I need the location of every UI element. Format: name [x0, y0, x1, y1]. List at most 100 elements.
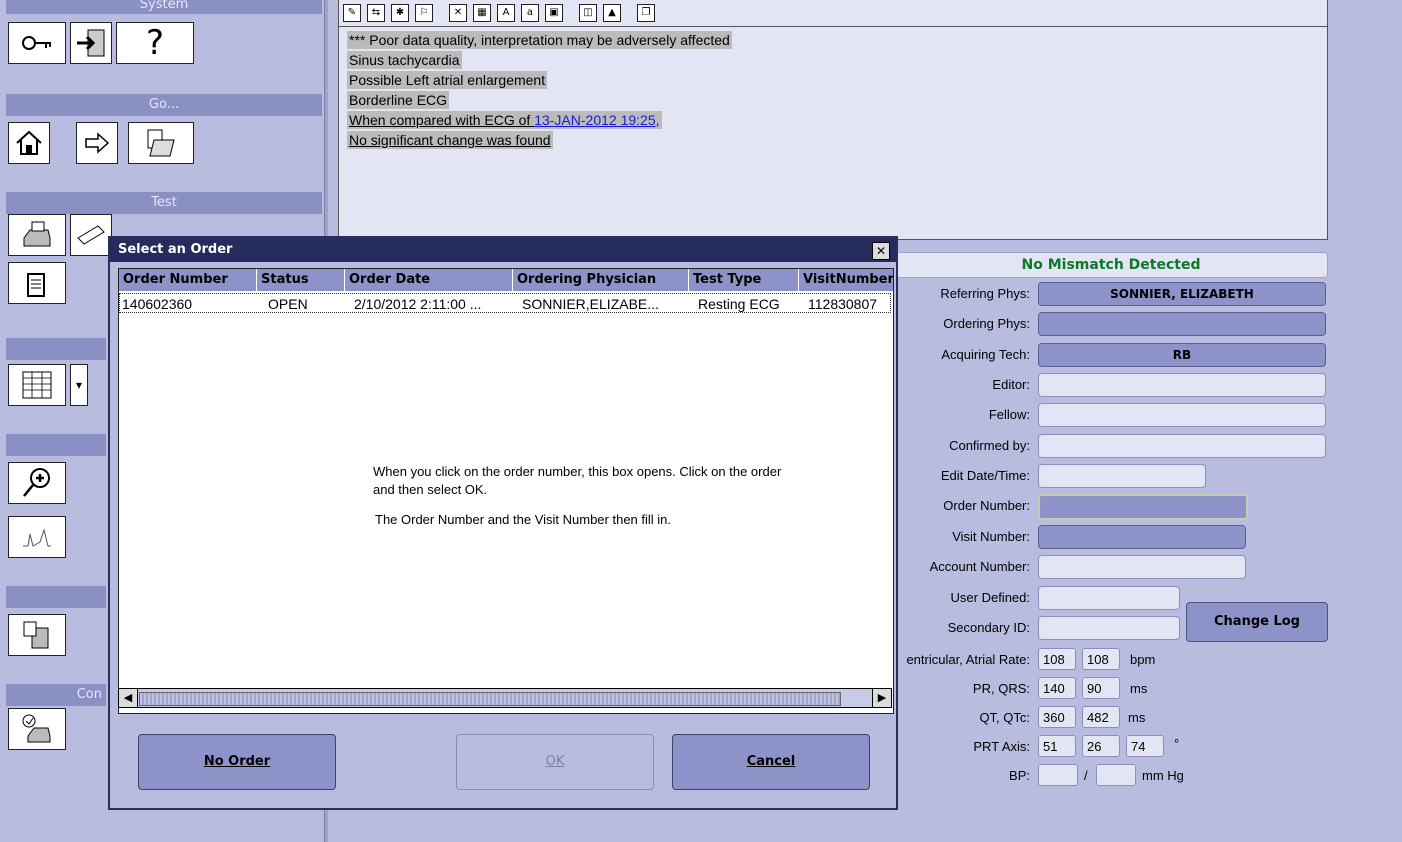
column-order-date[interactable]: Order Date	[345, 269, 513, 291]
font-up-icon[interactable]: A	[497, 4, 515, 22]
restore-icon[interactable]: ❐	[637, 4, 655, 22]
font-down-icon[interactable]: a	[521, 4, 539, 22]
column-visit-number[interactable]: VisitNumber	[799, 269, 893, 291]
column-status[interactable]: Status	[257, 269, 345, 291]
up-icon[interactable]: ▲	[603, 4, 621, 22]
scroll-right-icon[interactable]: ▶	[872, 689, 891, 707]
order-number-label: Order Number:	[943, 498, 1030, 513]
arrow-right-icon[interactable]	[76, 122, 118, 164]
qtc-field[interactable]: 482	[1082, 706, 1120, 728]
new-document-icon[interactable]	[8, 262, 66, 304]
pr-field[interactable]: 140	[1038, 677, 1076, 699]
send-icon[interactable]	[70, 214, 112, 256]
zoom-in-icon[interactable]	[8, 462, 66, 504]
bp-systolic-field[interactable]	[1038, 764, 1078, 786]
ordering-physician-cell: SONNIER,ELIZABE...	[522, 296, 659, 312]
qt-field[interactable]: 360	[1038, 706, 1076, 728]
instruction-note: When you click on the order number, this…	[373, 463, 837, 575]
swap-icon[interactable]: ⇆	[367, 4, 385, 22]
comparison-text: When compared with ECG of	[349, 112, 535, 128]
degree-unit: °	[1174, 736, 1180, 751]
ms-unit: ms	[1128, 710, 1146, 725]
close-icon[interactable]: ✕	[872, 242, 890, 260]
section-con: Con	[6, 684, 106, 706]
r-axis-field[interactable]: 26	[1082, 735, 1120, 757]
confirm-print-icon[interactable]	[8, 708, 66, 750]
edit-date-field[interactable]	[1038, 464, 1206, 488]
comparison-ecg-link[interactable]: 13-JAN-2012 19:25,	[534, 112, 659, 128]
pin-icon[interactable]: ✎	[343, 4, 361, 22]
no-change-line: No significant change was found	[347, 131, 553, 149]
table-row[interactable]: 140602360 OPEN 2/10/2012 2:11:00 ... SON…	[119, 293, 891, 313]
secondary-id-label: Secondary ID:	[947, 620, 1030, 635]
dropdown-arrow-icon[interactable]: ▾	[70, 364, 88, 406]
home-icon[interactable]	[8, 122, 50, 164]
key-icon[interactable]	[8, 22, 66, 64]
instruction-text-1: When you click on the order number, this…	[373, 464, 782, 497]
order-date-cell: 2/10/2012 2:11:00 ...	[354, 296, 482, 312]
format-icon[interactable]: ✱	[391, 4, 409, 22]
column-test-type[interactable]: Test Type	[689, 269, 799, 291]
rate-label: entricular, Atrial Rate:	[906, 652, 1030, 667]
section-go: Go...	[6, 94, 322, 116]
cut-icon[interactable]: ✕	[449, 4, 467, 22]
interpretation-line: Sinus tachycardia	[347, 51, 462, 69]
referring-phys-field[interactable]: SONNIER, ELIZABETH	[1038, 282, 1326, 306]
qrs-field[interactable]: 90	[1082, 677, 1120, 699]
interpretation-line: *** Poor data quality, interpretation ma…	[347, 31, 732, 49]
scroll-thumb[interactable]	[139, 692, 841, 706]
editor-label: Editor:	[992, 377, 1030, 392]
pr-qrs-label: PR, QRS:	[972, 681, 1030, 696]
bp-slash: /	[1084, 768, 1088, 783]
section-blank-3	[6, 586, 106, 608]
open-folder-icon[interactable]	[128, 122, 194, 164]
bp-diastolic-field[interactable]	[1096, 764, 1136, 786]
t-axis-field[interactable]: 74	[1126, 735, 1164, 757]
interpretation-line: Borderline ECG	[347, 91, 450, 109]
cancel-button[interactable]: Cancel	[672, 734, 870, 790]
trash-icon[interactable]	[8, 614, 66, 656]
edit-date-label: Edit Date/Time:	[940, 468, 1030, 483]
fellow-label: Fellow:	[988, 407, 1030, 422]
account-number-field[interactable]	[1038, 555, 1246, 579]
spreadsheet-icon[interactable]	[8, 364, 66, 406]
scroll-left-icon[interactable]: ◀	[119, 689, 138, 707]
confirmed-by-field[interactable]	[1038, 434, 1326, 458]
calendar-icon[interactable]: ▣	[545, 4, 563, 22]
help-icon[interactable]: ?	[116, 22, 194, 64]
ventricular-rate-field[interactable]: 108	[1038, 648, 1076, 670]
ms-unit: ms	[1130, 681, 1148, 696]
window-icon[interactable]: ◫	[579, 4, 597, 22]
instruction-text-2: The Order Number and the Visit Number th…	[375, 512, 672, 527]
user-defined-field[interactable]	[1038, 586, 1180, 610]
waveform-icon[interactable]	[8, 516, 66, 558]
table-icon[interactable]: ▦	[473, 4, 491, 22]
exit-door-icon[interactable]	[70, 22, 112, 64]
prt-axis-label: PRT Axis:	[973, 739, 1030, 754]
no-order-button[interactable]: No Order	[138, 734, 336, 790]
ok-button[interactable]: OK	[456, 734, 654, 790]
stamp-icon[interactable]: ⚐	[415, 4, 433, 22]
comparison-line: When compared with ECG of 13-JAN-2012 19…	[347, 111, 662, 129]
atrial-rate-field[interactable]: 108	[1082, 648, 1120, 670]
secondary-id-field[interactable]	[1038, 616, 1180, 640]
horizontal-scrollbar[interactable]: ◀ ▶	[118, 688, 892, 708]
ordering-phys-field[interactable]	[1038, 312, 1326, 336]
bpm-unit: bpm	[1130, 652, 1156, 667]
order-number-field[interactable]	[1038, 494, 1248, 520]
cancel-label: Cancel	[746, 754, 796, 769]
p-axis-field[interactable]: 51	[1038, 735, 1076, 757]
section-test: Test	[6, 192, 322, 214]
column-order-number[interactable]: Order Number	[119, 269, 257, 291]
change-log-button[interactable]: Change Log	[1186, 602, 1328, 642]
fellow-field[interactable]	[1038, 403, 1326, 427]
interpretation-text-area[interactable]: *** Poor data quality, interpretation ma…	[338, 26, 1328, 240]
text-toolbar: ✎ ⇆ ✱ ⚐ ✕ ▦ A a ▣ ◫ ▲ ❐	[338, 0, 1328, 26]
editor-field[interactable]	[1038, 373, 1326, 397]
column-ordering-physician[interactable]: Ordering Physician	[513, 269, 689, 291]
orders-table: Order Number Status Order Date Ordering …	[118, 268, 894, 714]
acquiring-tech-field[interactable]: RB	[1038, 343, 1326, 367]
ok-label: OK	[545, 754, 565, 769]
visit-number-field[interactable]	[1038, 525, 1246, 549]
printer-icon[interactable]	[8, 214, 66, 256]
